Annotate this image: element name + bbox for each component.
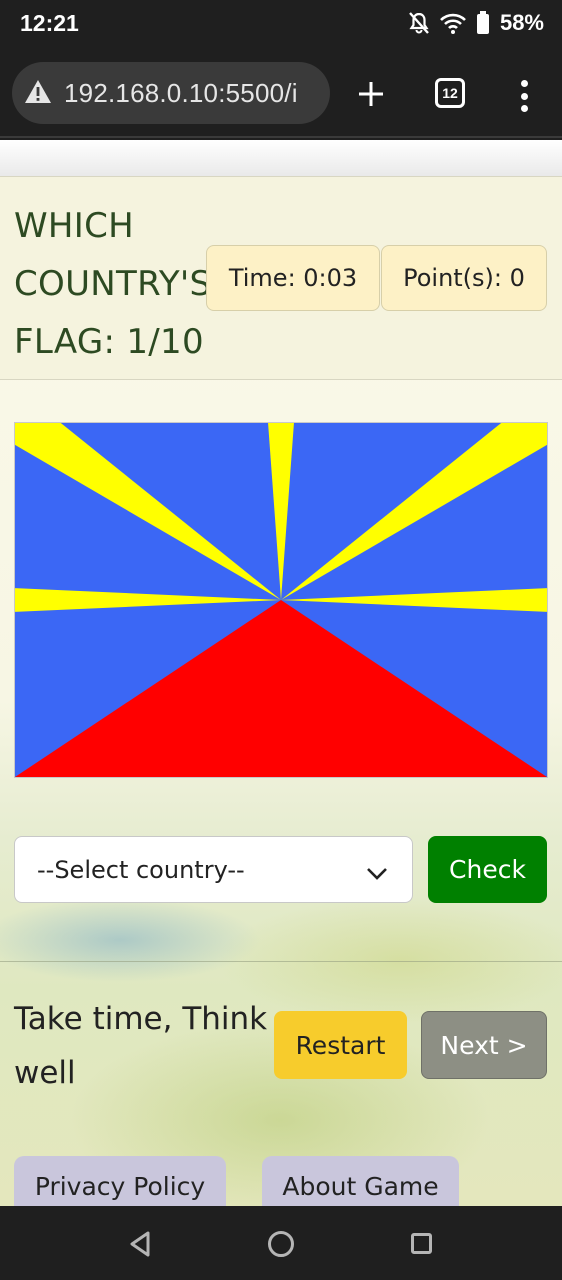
privacy-policy-button[interactable]: Privacy Policy [14,1156,226,1206]
game-header: WHICH COUNTRY'S FLAG: 1/10 Time: 0:03 Po… [0,176,562,380]
recent-apps-icon[interactable] [411,1233,432,1254]
divider [0,961,562,962]
title-line-1: WHICH [14,206,135,246]
country-select[interactable]: --Select country-- [14,836,413,903]
system-nav-bar [0,1206,562,1280]
wifi-icon [440,12,466,34]
title-line-3: FLAG: 1/10 [14,322,204,362]
plus-icon[interactable] [352,75,390,113]
next-button[interactable]: Next > [421,1011,547,1079]
tab-count: 12 [442,85,458,101]
page-top-band [0,140,562,176]
restart-button[interactable]: Restart [274,1011,407,1079]
select-placeholder: --Select country-- [37,855,245,884]
game-title: WHICH COUNTRY'S FLAG: 1/10 [14,197,214,371]
home-icon[interactable] [268,1231,294,1257]
timer-badge: Time: 0:03 [206,245,380,311]
address-bar[interactable]: 192.168.0.10:5500/i [12,62,330,124]
about-game-button[interactable]: About Game [262,1156,459,1206]
battery-percent: 58% [499,10,544,35]
tip-text: Take time, Think well [14,1001,268,1091]
status-icons: 58% [408,10,544,36]
back-icon[interactable] [128,1231,152,1261]
check-button[interactable]: Check [428,836,547,903]
page-viewport: WHICH COUNTRY'S FLAG: 1/10 Time: 0:03 Po… [0,140,562,1206]
warning-icon[interactable] [24,79,52,108]
bell-off-icon [408,11,430,35]
tabs-icon[interactable]: 12 [435,78,465,108]
flag-svg [15,423,547,777]
title-line-2: COUNTRY'S [14,264,212,304]
status-bar: 12:21 58% [0,0,562,50]
flag-image [14,422,548,778]
battery-icon [476,11,490,35]
browser-toolbar: 192.168.0.10:5500/i 12 [0,50,562,138]
menu-icon[interactable] [512,76,536,116]
chevron-down-icon[interactable] [366,859,388,887]
status-time: 12:21 [20,10,79,36]
points-badge: Point(s): 0 [381,245,547,311]
url-text[interactable]: 192.168.0.10:5500/i [64,78,298,109]
